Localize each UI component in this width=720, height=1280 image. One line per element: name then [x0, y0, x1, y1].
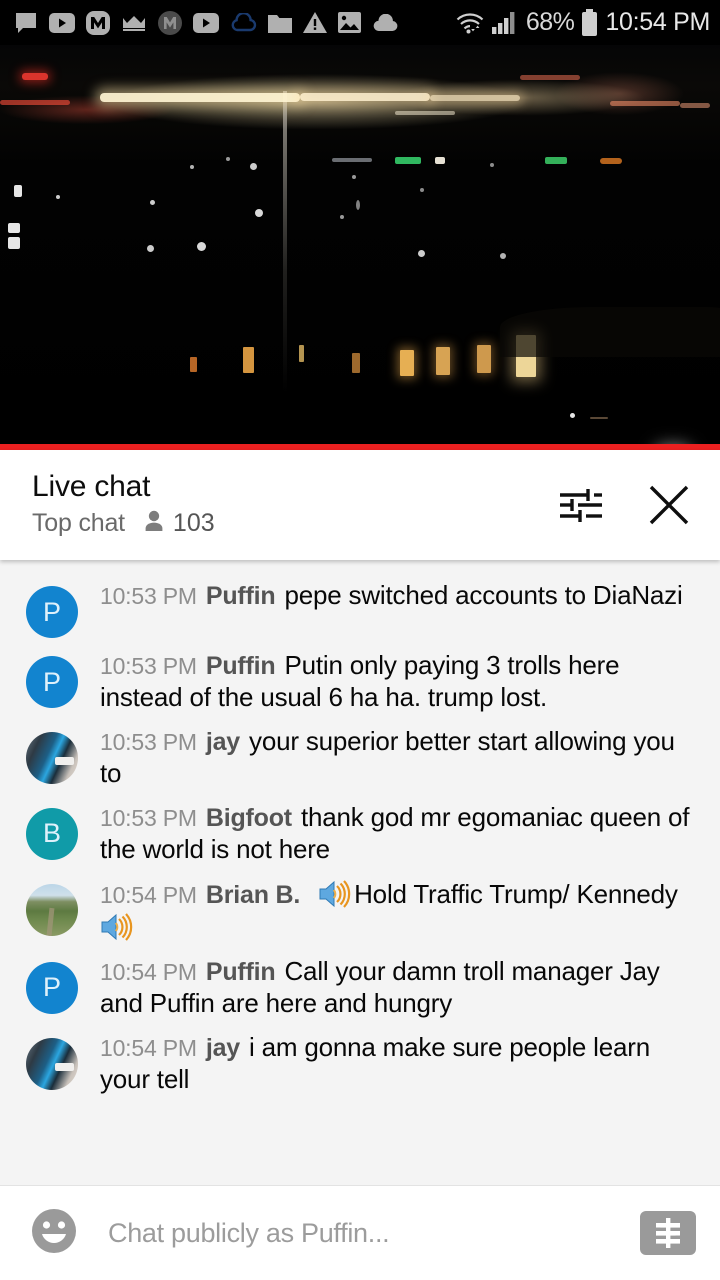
live-video-player[interactable] — [0, 45, 720, 450]
message-author[interactable]: jay — [206, 728, 240, 756]
chat-message-line: 10:54 PM jay i am gonna make sure people l… — [100, 1032, 698, 1096]
cloud-filled-icon — [372, 13, 399, 32]
folder-icon — [268, 13, 292, 33]
chat-message-row[interactable]: 10:54 PM jay i am gonna make sure people l… — [0, 1026, 720, 1102]
chat-message-body: 10:54 PM Puffin Call your damn troll manag… — [78, 956, 698, 1020]
youtube-second-icon — [193, 12, 219, 33]
superchat-dollar-icon[interactable] — [640, 1211, 696, 1255]
person-icon — [143, 509, 165, 538]
chat-message-row[interactable]: P 10:53 PM Puffin Putin only paying 3 troll… — [0, 644, 720, 720]
warning-triangle-icon — [303, 12, 327, 33]
avatar[interactable]: P — [26, 961, 78, 1014]
search-input[interactable] — [80, 1217, 640, 1249]
viewer-count: 103 — [172, 509, 215, 537]
chat-mode-label[interactable]: Top chat — [32, 511, 125, 536]
chat-message-body: 10:54 PM jay i am gonna make sure people l… — [78, 1032, 698, 1096]
cellular-signal-icon — [491, 11, 519, 35]
message-timestamp: 10:53 PM — [100, 804, 197, 831]
youtube-icon — [49, 12, 75, 33]
battery-icon — [581, 8, 598, 37]
avatar[interactable] — [26, 731, 78, 784]
chat-message-row[interactable]: P 10:54 PM Puffin Call your damn troll mana… — [0, 950, 720, 1026]
message-author[interactable]: jay — [206, 1034, 240, 1062]
chat-message-row[interactable]: P 10:53 PM Puffin pepe switched accounts to… — [0, 574, 720, 644]
message-author[interactable]: Bigfoot — [206, 804, 292, 832]
chat-message-list[interactable]: P 10:53 PM Puffin pepe switched accounts to… — [0, 560, 720, 1185]
close-x-icon[interactable] — [644, 480, 694, 530]
chat-message-body: 10:53 PM Puffin pepe switched accounts to … — [78, 580, 698, 612]
chat-message-body: 10:53 PM Bigfoot thank god mr egomaniac qu… — [78, 802, 698, 866]
messages-icon — [14, 11, 38, 35]
message-text: Hold Traffic Trump/ — [354, 878, 577, 909]
chat-message-line: 10:54 PM Brian B. Hold Traffic Trump/ Kenn… — [100, 878, 698, 944]
chat-message-line: 10:53 PM Puffin pepe switched accounts to … — [100, 580, 698, 612]
message-author[interactable]: Puffin — [206, 652, 276, 680]
message-timestamp: 10:54 PM — [100, 1034, 197, 1061]
message-author[interactable]: Puffin — [206, 582, 276, 610]
avatar[interactable]: B — [26, 807, 78, 860]
chat-message-row[interactable]: 10:54 PM Brian B. Hold Traffic Trump/ Kenn… — [0, 872, 720, 950]
battery-percentage: 68% — [525, 8, 575, 36]
app-screen: 68% 10:54 PM Live chat Top chat 103 P 10… — [0, 0, 720, 1280]
status-bar-notification-icons — [14, 10, 399, 35]
message-timestamp: 10:54 PM — [100, 958, 197, 985]
chat-message-body: 10:53 PM Puffin Putin only paying 3 trolls… — [78, 650, 698, 714]
message-timestamp: 10:53 PM — [100, 728, 197, 755]
emoji-smiley-icon[interactable] — [28, 1205, 80, 1262]
chat-header-actions — [556, 480, 694, 530]
loud-sound-emoji — [318, 878, 354, 910]
chat-message-line: 10:53 PM Bigfoot thank god mr egomaniac qu… — [100, 802, 698, 866]
chat-message-row[interactable]: B 10:53 PM Bigfoot thank god mr egomaniac q… — [0, 796, 720, 872]
chat-header-text: Live chat Top chat 103 — [32, 472, 215, 538]
chat-message-body: 10:54 PM Brian B. Hold Traffic Trump/ Kenn… — [78, 878, 698, 944]
message-timestamp: 10:53 PM — [100, 583, 197, 609]
message-timestamp: 10:54 PM — [100, 881, 197, 908]
avatar[interactable]: P — [26, 586, 78, 638]
chat-message-body: 10:53 PM jay your superior better start al… — [78, 726, 698, 790]
chat-message-row[interactable]: 10:53 PM jay your superior better start al… — [0, 720, 720, 796]
message-text-cont: Kennedy — [576, 878, 678, 909]
message-text: pepe switched accounts to DiaNazi — [284, 580, 683, 610]
video-pole — [283, 91, 287, 391]
cloud-outline-icon — [230, 12, 257, 33]
avatar[interactable]: P — [26, 656, 78, 708]
loud-sound-emoji — [100, 911, 136, 943]
m-badge-icon — [86, 10, 110, 35]
avatar[interactable] — [26, 883, 78, 936]
chat-message-line: 10:53 PM jay your superior better start al… — [100, 726, 698, 790]
viewer-count-group: 103 — [143, 509, 215, 538]
m-circle-dark-icon — [158, 10, 182, 35]
crown-icon — [121, 13, 147, 33]
chat-message-line: 10:54 PM Puffin Call your damn troll manag… — [100, 956, 698, 1020]
avatar[interactable] — [26, 1037, 78, 1090]
chat-input-bar — [0, 1185, 720, 1280]
page-title: Live chat — [32, 470, 151, 503]
status-bar-system-icons: 68% 10:54 PM — [454, 8, 710, 37]
status-bar-clock: 10:54 PM — [605, 8, 710, 36]
message-author[interactable]: Brian B. — [206, 881, 300, 909]
wifi-icon — [454, 10, 484, 36]
chat-message-line: 10:53 PM Puffin Putin only paying 3 trolls… — [100, 650, 698, 714]
tune-sliders-icon[interactable] — [556, 480, 606, 530]
live-chat-header: Live chat Top chat 103 — [0, 450, 720, 560]
status-bar: 68% 10:54 PM — [0, 0, 720, 45]
chat-subtitle-row: Top chat 103 — [32, 509, 215, 538]
video-frame-image — [0, 45, 720, 450]
message-author[interactable]: Puffin — [206, 958, 276, 986]
message-timestamp: 10:53 PM — [100, 653, 197, 679]
image-icon — [338, 12, 361, 33]
